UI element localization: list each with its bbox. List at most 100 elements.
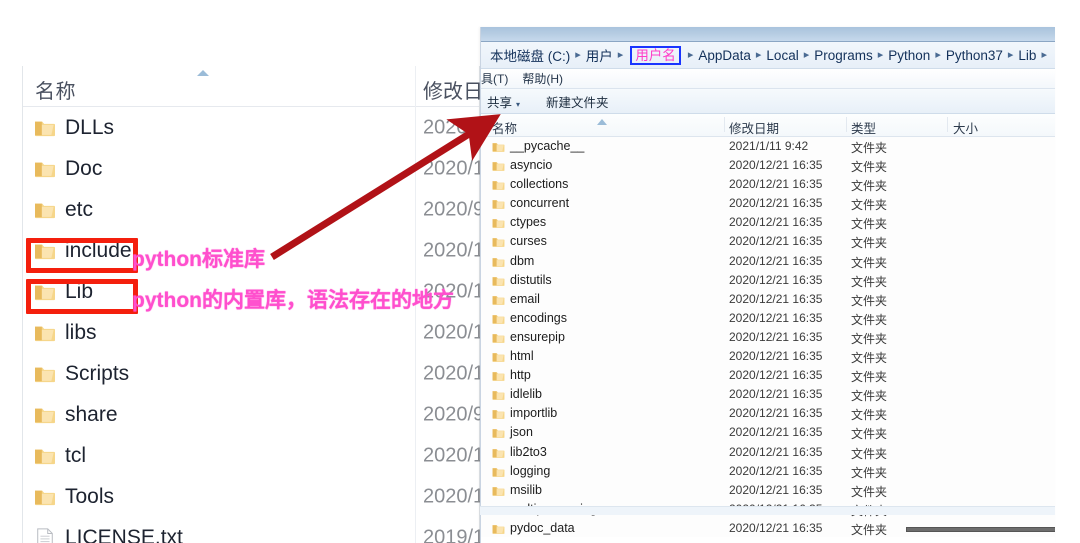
menu-item[interactable]: 具(T) <box>481 70 508 87</box>
file-name-cell: distutils <box>510 272 552 287</box>
left-list-item-name: include <box>65 238 132 262</box>
breadcrumb-separator-icon[interactable]: ▸ <box>878 49 884 61</box>
right-window-titlebar[interactable] <box>481 27 1055 42</box>
table-row[interactable]: idlelib 2020/12/21 16:35 文件夹 <box>481 385 1055 404</box>
folder-icon <box>492 235 505 248</box>
left-list-item[interactable]: DLLs 2020/1 <box>23 107 484 148</box>
breadcrumb-item[interactable]: 用户 <box>586 45 613 65</box>
left-list-item[interactable]: Doc 2020/1 <box>23 148 484 189</box>
table-row[interactable]: collections 2020/12/21 16:35 文件夹 <box>481 175 1055 194</box>
folder-icon <box>492 178 505 191</box>
table-row[interactable]: http 2020/12/21 16:35 文件夹 <box>481 366 1055 385</box>
breadcrumb-separator-icon[interactable]: ▸ <box>804 49 810 61</box>
file-name-cell: ctypes <box>510 215 547 230</box>
left-list-item-name: etc <box>65 197 94 221</box>
sort-ascending-icon <box>596 113 608 125</box>
folder-icon <box>492 465 505 477</box>
horizontal-scrollbar[interactable] <box>906 527 1055 532</box>
breadcrumb-item[interactable]: Python <box>888 48 930 63</box>
right-file-list: __pycache__ 2021/1/11 9:42 文件夹 asyncio 2020/… <box>481 137 1055 537</box>
breadcrumb-item[interactable]: AppData <box>698 48 751 63</box>
left-list-item[interactable]: etc 2020/9 <box>23 189 484 230</box>
breadcrumb-separator-icon[interactable]: ▸ <box>935 49 941 61</box>
file-date-cell: 2020/12/21 16:35 <box>729 349 823 364</box>
column-resizer[interactable] <box>724 117 725 132</box>
chevron-down-icon: ▾ <box>516 99 521 109</box>
right-column-header-size[interactable]: 大小 <box>953 118 978 137</box>
toolbar-button[interactable]: 新建文件夹 <box>546 92 609 111</box>
table-row[interactable]: html 2020/12/21 16:35 文件夹 <box>481 347 1055 366</box>
file-date-cell: 2020/12/21 16:35 <box>729 329 823 344</box>
table-row[interactable]: distutils 2020/12/21 16:35 文件夹 <box>481 271 1055 290</box>
left-list-item-name: Scripts <box>65 361 130 385</box>
address-bar[interactable]: 本地磁盘 (C:) ▸ 用户 ▸ 用户名 ▸ AppData ▸ Local ▸ Programs ▸… <box>481 42 1055 69</box>
table-row[interactable]: __pycache__ 2021/1/11 9:42 文件夹 <box>481 137 1055 156</box>
breadcrumb-separator-icon[interactable]: ▸ <box>575 49 581 61</box>
file-type-cell: 文件夹 <box>851 141 888 155</box>
left-list-item[interactable]: LICENSE.txt 2019/1 <box>23 517 484 543</box>
left-column-header-name[interactable]: 名称 <box>35 75 76 104</box>
left-list-item[interactable]: share 2020/9 <box>23 394 484 435</box>
left-list-item-date: 2019/1 <box>423 526 485 543</box>
file-date-cell: 2020/12/21 16:35 <box>729 272 823 287</box>
file-name-cell: html <box>510 349 534 364</box>
left-list-item[interactable]: libs 2020/1 <box>23 312 484 353</box>
menu-item[interactable]: 帮助(H) <box>522 70 563 87</box>
table-row[interactable]: email 2020/12/21 16:35 文件夹 <box>481 290 1055 309</box>
table-row[interactable]: lib2to3 2020/12/21 16:35 文件夹 <box>481 443 1055 462</box>
column-resizer[interactable] <box>846 117 847 132</box>
breadcrumb-separator-icon[interactable]: ▸ <box>618 49 624 61</box>
left-list-item-name: tcl <box>65 443 86 467</box>
table-row[interactable]: importlib 2020/12/21 16:35 文件夹 <box>481 404 1055 423</box>
file-date-cell: 2020/12/21 16:35 <box>729 406 823 421</box>
table-row[interactable]: concurrent 2020/12/21 16:35 文件夹 <box>481 194 1055 213</box>
toolbar-button-label: 新建文件夹 <box>546 95 609 110</box>
file-type-cell: 文件夹 <box>851 179 888 194</box>
file-type-cell: 文件夹 <box>851 255 888 270</box>
right-column-header-date[interactable]: 修改日期 <box>729 118 779 137</box>
folder-icon <box>492 274 505 286</box>
menu-bar[interactable]: 具(T) 帮助(H) <box>481 69 1055 89</box>
file-type-cell: 文件夹 <box>851 522 888 537</box>
left-list-item[interactable]: tcl 2020/1 <box>23 435 484 476</box>
file-date-cell: 2020/12/21 16:35 <box>729 253 823 268</box>
file-type-cell: 文件夹 <box>851 160 888 175</box>
folder-icon <box>492 216 505 229</box>
table-row[interactable]: dbm 2020/12/21 16:35 文件夹 <box>481 252 1055 271</box>
breadcrumb-item[interactable]: Programs <box>814 48 873 63</box>
table-row[interactable]: ensurepip 2020/12/21 16:35 文件夹 <box>481 328 1055 347</box>
right-column-header-type[interactable]: 类型 <box>851 118 876 137</box>
breadcrumb-separator-icon[interactable]: ▸ <box>1041 49 1047 61</box>
table-row[interactable]: ctypes 2020/12/21 16:35 文件夹 <box>481 213 1055 232</box>
breadcrumb-separator-icon[interactable]: ▸ <box>688 49 694 61</box>
table-row[interactable]: encodings 2020/12/21 16:35 文件夹 <box>481 309 1055 328</box>
file-type-cell: 文件夹 <box>851 274 888 289</box>
toolbar[interactable]: 共享 ▾ 新建文件夹 <box>481 89 1055 114</box>
right-column-header-name[interactable]: 名称 <box>492 118 517 137</box>
breadcrumb-item[interactable]: Lib <box>1018 48 1036 63</box>
file-type-cell: 文件夹 <box>851 370 888 385</box>
breadcrumb-separator-icon[interactable]: ▸ <box>756 49 762 61</box>
table-row[interactable]: asyncio 2020/12/21 16:35 文件夹 <box>481 156 1055 175</box>
file-type-cell: 文件夹 <box>851 217 888 232</box>
left-list-item[interactable]: Tools 2020/1 <box>23 476 484 517</box>
column-resizer[interactable] <box>947 117 948 132</box>
breadcrumb-item[interactable]: 用户名 <box>630 45 681 65</box>
file-date-cell: 2021/1/11 9:42 <box>729 139 809 153</box>
breadcrumb-item[interactable]: 本地磁盘 (C:) <box>490 45 570 65</box>
breadcrumb-item[interactable]: Local <box>766 48 798 63</box>
left-list-item[interactable]: Scripts 2020/1 <box>23 353 484 394</box>
folder-icon <box>34 323 56 343</box>
breadcrumb[interactable]: 本地磁盘 (C:) ▸ 用户 ▸ 用户名 ▸ AppData ▸ Local ▸ Programs ▸… <box>490 45 1052 65</box>
file-date-cell: 2020/12/21 16:35 <box>729 387 823 402</box>
toolbar-button[interactable]: 共享 ▾ <box>487 92 520 111</box>
breadcrumb-item[interactable]: Python37 <box>946 48 1003 63</box>
file-date-cell: 2020/12/21 16:35 <box>729 368 823 383</box>
table-row[interactable]: json 2020/12/21 16:35 文件夹 <box>481 423 1055 442</box>
breadcrumb-separator-icon[interactable]: ▸ <box>1008 49 1014 61</box>
table-row[interactable]: curses 2020/12/21 16:35 文件夹 <box>481 232 1055 251</box>
file-name-cell: msilib <box>510 482 542 497</box>
table-row[interactable]: logging 2020/12/21 16:35 文件夹 <box>481 462 1055 481</box>
table-row[interactable]: msilib 2020/12/21 16:35 文件夹 <box>481 481 1055 500</box>
file-name-cell: __pycache__ <box>510 139 585 153</box>
